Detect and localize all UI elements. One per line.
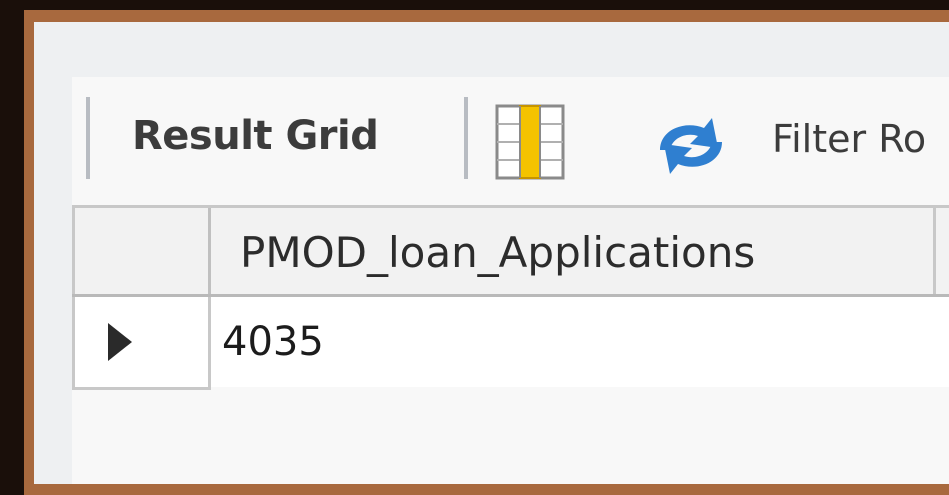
column-header[interactable]: PMOD_loan_Applications [208, 208, 936, 294]
row-pointer-arrow-icon [108, 323, 132, 361]
table-row[interactable]: 4035 [72, 297, 949, 390]
column-header-label: PMOD_loan_Applications [240, 228, 756, 277]
result-panel: Result Grid Filter Ro PMOD_loan_Applicat… [72, 77, 949, 484]
filter-rows-label[interactable]: Filter Ro [772, 117, 926, 161]
grid-columns-icon[interactable] [495, 104, 565, 180]
toolbar-separator [464, 97, 468, 179]
header-corner-cell[interactable] [72, 208, 211, 294]
refresh-icon[interactable] [650, 114, 732, 178]
workbench-window: Result Grid Filter Ro PMOD_loan_Applicat… [34, 22, 949, 484]
toolbar-separator [86, 97, 90, 179]
result-grid-button[interactable]: Result Grid [132, 113, 379, 159]
result-toolbar: Result Grid Filter Ro [72, 77, 949, 205]
table-header-row: PMOD_loan_Applications [72, 205, 949, 297]
row-header-cell[interactable] [72, 297, 211, 390]
screenshot-frame: Result Grid Filter Ro PMOD_loan_Applicat… [0, 0, 949, 495]
table-cell[interactable]: 4035 [222, 319, 324, 365]
result-grid-table: PMOD_loan_Applications 4035 [72, 205, 949, 484]
